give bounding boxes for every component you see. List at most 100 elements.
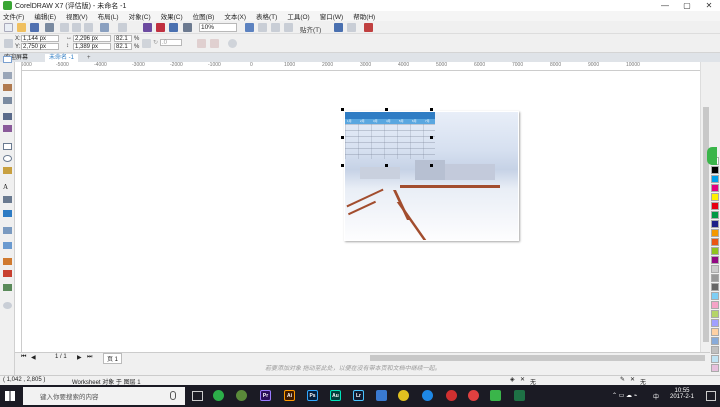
selection-handle[interactable] [430,108,433,111]
embedded-worksheet-image[interactable]: 1月 2月 3月 4月 5月 6月 7月 [344,111,519,241]
vertical-scroll-thumb[interactable] [703,107,709,342]
premiere-icon[interactable]: Pr [260,390,271,401]
menu-help[interactable]: 帮助(H) [353,11,375,21]
y-position-field[interactable]: 2,750 px [21,43,59,50]
menu-table[interactable]: 表格(T) [256,11,277,21]
rectangle-tool-icon[interactable] [3,143,12,150]
palette-swatch[interactable] [711,229,719,237]
palette-swatch[interactable] [711,202,719,210]
copy-icon[interactable] [72,23,81,32]
full-screen-icon[interactable] [245,23,254,32]
x-position-field[interactable]: 1,144 px [21,35,59,42]
scale-width-field[interactable]: 82.1 [114,35,132,42]
smart-fill-icon[interactable] [3,284,12,291]
palette-swatch[interactable] [711,166,719,174]
publish-pdf-icon[interactable] [183,23,192,32]
lightroom-icon[interactable]: Lr [353,390,364,401]
windows-start-icon[interactable] [5,391,15,401]
selection-handle[interactable] [341,108,344,111]
palette-swatch[interactable] [711,310,719,318]
menu-layout[interactable]: 布局(L) [98,11,119,21]
freehand-tool-icon[interactable] [3,113,12,120]
palette-swatch[interactable] [711,175,719,183]
palette-swatch[interactable] [711,211,719,219]
selection-handle[interactable] [385,164,388,167]
file-manager-icon[interactable] [376,390,387,401]
redo-icon[interactable] [118,23,127,32]
coreldraw-taskbar-icon[interactable] [236,390,247,401]
artistic-media-icon[interactable] [3,125,12,132]
crop-tool-icon[interactable] [3,84,12,91]
add-tool-icon[interactable] [3,302,12,309]
palette-swatch[interactable] [711,193,719,201]
search-content-icon[interactable] [143,23,152,32]
guidelines-icon[interactable] [284,23,293,32]
edge-icon[interactable] [422,390,433,401]
scale-height-field[interactable]: 82.1 [114,43,132,50]
menu-tools[interactable]: 工具(O) [287,11,309,21]
mirror-vertical-icon[interactable] [210,39,219,48]
add-tab-button[interactable]: + [83,54,95,62]
parallel-dimension-icon[interactable] [3,196,12,203]
text-tool-icon[interactable]: A [3,183,12,191]
polygon-tool-icon[interactable] [3,167,12,174]
palette-swatch[interactable] [711,220,719,228]
palette-swatch[interactable] [711,238,719,246]
palette-swatch[interactable] [711,292,719,300]
welcome-screen-icon[interactable] [364,23,373,32]
color-eyedropper-icon[interactable] [3,258,12,265]
height-field[interactable]: 1,389 px [73,43,111,50]
palette-swatch[interactable] [711,346,719,354]
minimize-button[interactable]: — [654,0,676,11]
lock-ratio-icon[interactable] [142,39,151,48]
ellipse-tool-icon[interactable] [3,155,12,162]
illustrator-icon[interactable]: Ai [284,390,295,401]
tray-icons[interactable]: ⌃ ▭ ☁ ⌁ [612,392,637,399]
netease-music-icon[interactable] [446,390,457,401]
interactive-fill-icon[interactable] [3,270,12,277]
audition-icon[interactable]: Au [330,390,341,401]
new-document-icon[interactable] [4,23,13,32]
selection-handle[interactable] [341,164,344,167]
import-icon[interactable] [156,23,165,32]
transparency-icon[interactable] [3,242,12,249]
menu-window[interactable]: 窗口(W) [320,11,343,21]
rotation-angle-field[interactable]: .0 [160,39,182,46]
vertical-ruler[interactable] [15,62,22,352]
selection-handle[interactable] [430,164,433,167]
connector-tool-icon[interactable] [3,210,12,217]
menu-view[interactable]: 视图(V) [66,11,88,21]
shape-tool-icon[interactable] [3,72,12,79]
export-icon[interactable] [169,23,178,32]
next-page-icon[interactable]: ▶ [77,354,82,361]
palette-swatch[interactable] [711,265,719,273]
palette-swatch[interactable] [711,364,719,372]
menu-bitmaps[interactable]: 位图(B) [193,11,215,21]
palette-swatch[interactable] [711,328,719,336]
print-icon[interactable] [45,23,54,32]
tab-document[interactable]: 未命名 -1 [45,54,79,62]
zoom-tool-icon[interactable] [3,97,12,104]
excel-icon[interactable] [514,390,525,401]
menu-object[interactable]: 对象(C) [129,11,151,21]
grid-icon[interactable] [271,23,280,32]
add-preset-icon[interactable] [228,39,237,48]
drop-shadow-icon[interactable] [3,227,12,234]
taskbar-search-input[interactable]: 键入你要搜索的内容 [23,387,185,405]
palette-swatch[interactable] [711,247,719,255]
notifications-icon[interactable] [706,391,716,401]
chrome-icon[interactable] [398,390,409,401]
coreldraw-active-icon[interactable] [490,390,501,401]
undo-icon[interactable] [100,23,109,32]
selection-handle[interactable] [430,136,433,139]
palette-swatch[interactable] [711,355,719,363]
docker-handle-icon[interactable] [707,147,717,165]
page-tab[interactable]: 页 1 [103,353,123,364]
palette-swatch[interactable] [711,274,719,282]
close-button[interactable]: ✕ [698,0,720,11]
ime-indicator[interactable]: 中 [653,392,659,401]
app-icon[interactable] [468,390,479,401]
palette-swatch[interactable] [711,337,719,345]
palette-swatch[interactable] [711,301,719,309]
last-page-icon[interactable]: ⏭ [87,354,92,361]
